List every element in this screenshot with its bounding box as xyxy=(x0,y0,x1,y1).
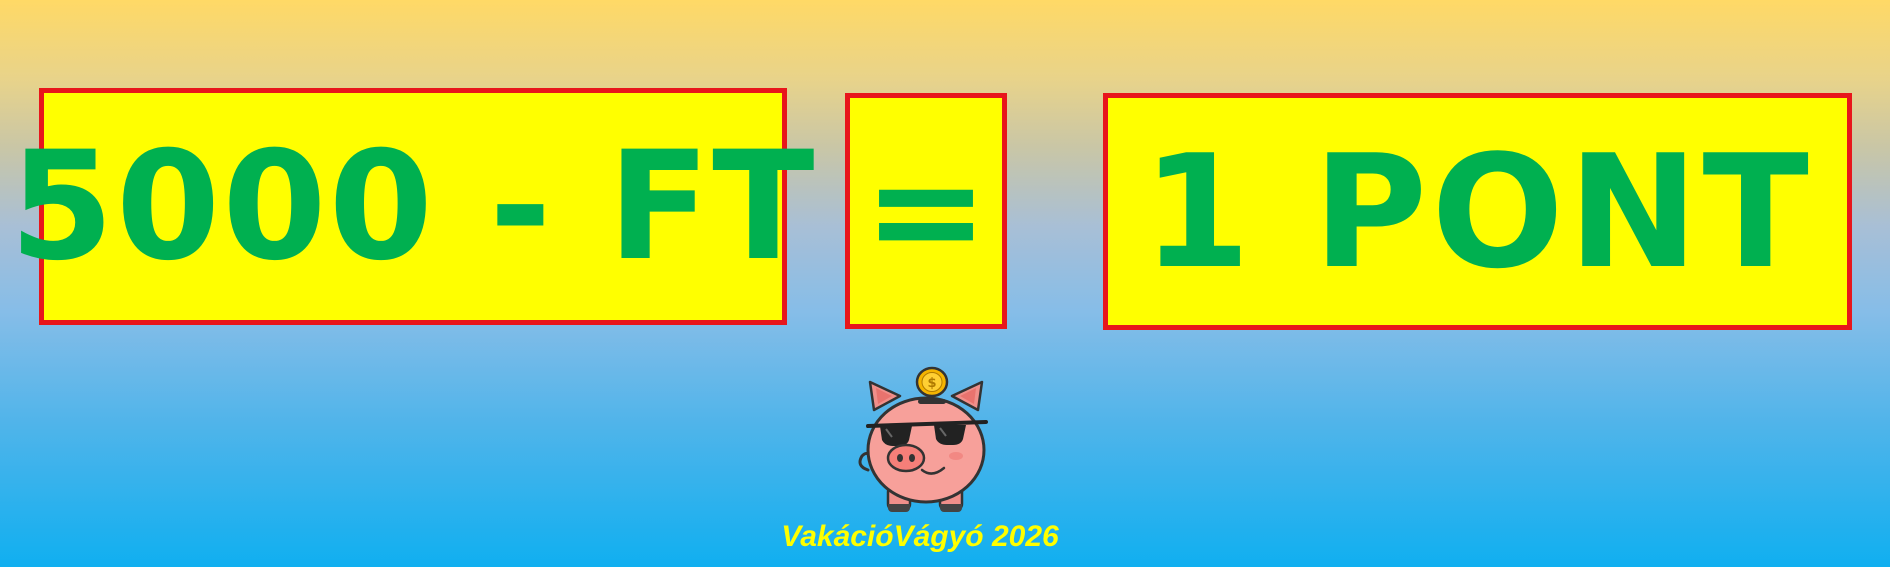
footer-brand-text: VakációVágyó 2026 xyxy=(781,520,1059,553)
equals-sign: = xyxy=(863,124,989,298)
points-text: 1 PONT xyxy=(1142,120,1813,303)
coin-symbol: $ xyxy=(927,376,936,391)
points-box: 1 PONT xyxy=(1103,93,1852,330)
coin-icon: $ xyxy=(915,366,949,398)
amount-text: 5000 - FT xyxy=(9,119,817,294)
equals-box: = xyxy=(845,93,1007,329)
piggy-bank-icon: $ xyxy=(858,366,988,512)
amount-box: 5000 - FT xyxy=(10,88,814,325)
